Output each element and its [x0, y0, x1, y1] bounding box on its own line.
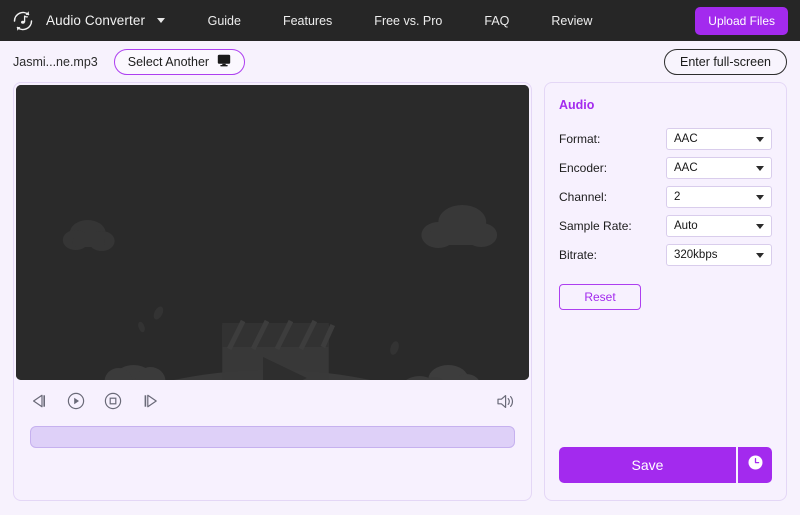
sample-rate-select[interactable]: Auto: [666, 215, 772, 237]
upload-files-button[interactable]: Upload Files: [695, 7, 788, 35]
chevron-down-icon: [756, 224, 764, 229]
nav-link-review[interactable]: Review: [551, 14, 592, 28]
nav-link-faq[interactable]: FAQ: [484, 14, 509, 28]
chevron-down-icon: [756, 166, 764, 171]
chevron-down-icon: [756, 253, 764, 258]
format-select[interactable]: AAC: [666, 128, 772, 150]
file-toolbar: Jasmi...ne.mp3 Select Another Enter full…: [0, 41, 800, 82]
bitrate-label: Bitrate:: [559, 248, 666, 262]
player-controls: [14, 382, 531, 420]
save-button[interactable]: Save: [559, 447, 736, 483]
encoder-field-row: Encoder: AAC: [559, 157, 772, 179]
channel-value: 2: [674, 191, 680, 203]
bitrate-select[interactable]: 320kbps: [666, 244, 772, 266]
brand-menu[interactable]: Audio Converter: [10, 8, 165, 34]
sample-rate-value: Auto: [674, 220, 698, 232]
volume-button[interactable]: [495, 390, 517, 412]
sample-rate-field-row: Sample Rate: Auto: [559, 215, 772, 237]
audio-section-title: Audio: [559, 98, 772, 112]
sample-rate-label: Sample Rate:: [559, 219, 666, 233]
timeline-slider[interactable]: [30, 426, 515, 448]
select-another-button[interactable]: Select Another: [114, 49, 245, 75]
fast-forward-icon: [142, 394, 159, 408]
clock-icon: [747, 454, 764, 476]
chevron-down-icon[interactable]: [157, 18, 165, 23]
enter-fullscreen-button[interactable]: Enter full-screen: [664, 49, 787, 75]
main-nav: Guide Features Free vs. Pro FAQ Review: [208, 14, 593, 28]
encoder-label: Encoder:: [559, 161, 666, 175]
play-circle-icon: [67, 392, 85, 410]
format-label: Format:: [559, 132, 666, 146]
save-row: Save: [559, 447, 772, 483]
save-history-button[interactable]: [738, 447, 772, 483]
stop-circle-icon: [104, 392, 122, 410]
clapperboard-play-icon: [16, 85, 529, 380]
format-field-row: Format: AAC: [559, 128, 772, 150]
encoder-value: AAC: [674, 162, 698, 174]
audio-converter-logo-icon: [10, 8, 36, 34]
brand-name: Audio Converter: [46, 13, 145, 28]
reset-button[interactable]: Reset: [559, 284, 641, 310]
rewind-icon: [31, 394, 48, 408]
play-button[interactable]: [65, 390, 87, 412]
encoder-select[interactable]: AAC: [666, 157, 772, 179]
main-content: Audio Format: AAC Encoder: AAC Channel: …: [0, 82, 800, 515]
format-value: AAC: [674, 133, 698, 145]
nav-link-features[interactable]: Features: [283, 14, 332, 28]
timeline-area: [14, 420, 531, 448]
forward-button[interactable]: [139, 390, 161, 412]
video-preview[interactable]: [16, 85, 529, 380]
player-panel: [13, 82, 532, 501]
nav-link-free-vs-pro[interactable]: Free vs. Pro: [374, 14, 442, 28]
channel-label: Channel:: [559, 190, 666, 204]
top-navigation-bar: Audio Converter Guide Features Free vs. …: [0, 0, 800, 41]
volume-icon: [496, 393, 516, 410]
stop-button[interactable]: [102, 390, 124, 412]
settings-panel: Audio Format: AAC Encoder: AAC Channel: …: [544, 82, 787, 501]
rewind-button[interactable]: [28, 390, 50, 412]
bitrate-field-row: Bitrate: 320kbps: [559, 244, 772, 266]
chevron-down-icon: [756, 195, 764, 200]
select-another-label: Select Another: [128, 55, 209, 69]
channel-field-row: Channel: 2: [559, 186, 772, 208]
bitrate-value: 320kbps: [674, 249, 717, 261]
channel-select[interactable]: 2: [666, 186, 772, 208]
chevron-down-icon: [756, 137, 764, 142]
nav-link-guide[interactable]: Guide: [208, 14, 241, 28]
current-filename: Jasmi...ne.mp3: [13, 55, 98, 69]
monitor-icon: [217, 54, 231, 70]
